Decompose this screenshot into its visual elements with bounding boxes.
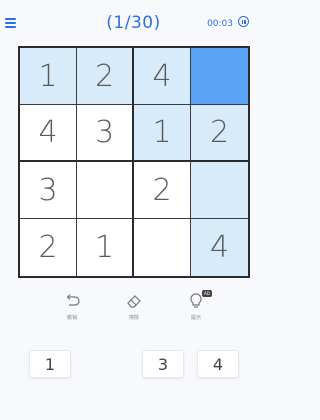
undo-label: 撤销 bbox=[66, 315, 77, 321]
hint-button[interactable]: AD 提示 bbox=[176, 290, 216, 321]
board-cell[interactable]: 1 bbox=[20, 48, 77, 105]
board-cell[interactable] bbox=[134, 219, 191, 276]
board-cell[interactable]: 1 bbox=[77, 219, 134, 276]
board-cell[interactable] bbox=[77, 162, 134, 219]
board-cell[interactable]: 2 bbox=[20, 219, 77, 276]
board-cell[interactable] bbox=[191, 48, 248, 105]
sudoku-board: 124431232214 bbox=[18, 46, 250, 278]
board-cell[interactable]: 1 bbox=[134, 105, 191, 162]
tool-bar: 撤销 擦除 AD 提示 bbox=[0, 290, 267, 332]
pause-icon[interactable] bbox=[238, 16, 249, 27]
board-cell[interactable] bbox=[191, 162, 248, 219]
board-cell[interactable]: 2 bbox=[77, 48, 134, 105]
hint-label: 提示 bbox=[190, 315, 201, 321]
board-cell[interactable]: 2 bbox=[191, 105, 248, 162]
top-bar: (1/30) 00:03 bbox=[0, 0, 267, 46]
number-key-3[interactable]: 3 bbox=[142, 350, 184, 378]
eraser-icon bbox=[127, 295, 141, 308]
board-cell[interactable]: 2 bbox=[134, 162, 191, 219]
erase-button[interactable]: 擦除 bbox=[114, 292, 154, 321]
timer: 00:03 bbox=[207, 19, 233, 29]
undo-icon bbox=[66, 294, 80, 306]
board-cell[interactable]: 4 bbox=[20, 105, 77, 162]
number-pad: 1 3 4 bbox=[0, 350, 267, 380]
board-cell[interactable]: 4 bbox=[134, 48, 191, 105]
board-cell[interactable]: 3 bbox=[20, 162, 77, 219]
number-key-4[interactable]: 4 bbox=[197, 350, 239, 378]
ad-badge: AD bbox=[202, 290, 212, 297]
undo-button[interactable]: 撤销 bbox=[52, 292, 92, 321]
erase-label: 擦除 bbox=[128, 315, 139, 321]
board-cell[interactable]: 4 bbox=[191, 219, 248, 276]
number-key-1[interactable]: 1 bbox=[29, 350, 71, 378]
board-cell[interactable]: 3 bbox=[77, 105, 134, 162]
